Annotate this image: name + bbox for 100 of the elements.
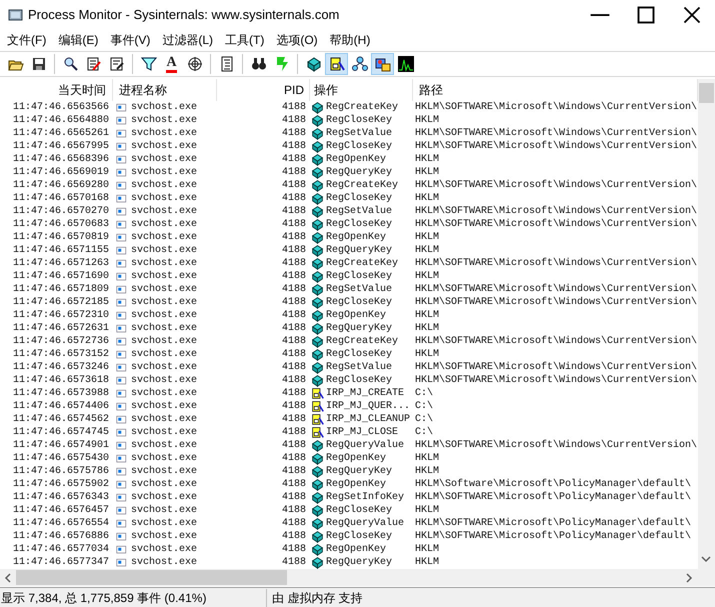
menu-item[interactable]: 事件(V) xyxy=(104,30,156,50)
table-cell: svchost.exe xyxy=(131,465,198,478)
table-cell-text: 11:47:46.6573988 xyxy=(12,387,110,400)
table-cell-text: 4188 xyxy=(280,374,307,387)
column-header[interactable]: 操作 xyxy=(310,79,413,101)
menu-item[interactable]: 文件(F) xyxy=(1,30,52,50)
table-cell-text: HKLM\SOFTWARE\Microsoft\Windows\CurrentVersion\ xyxy=(414,439,698,452)
table-cell-text: HKLM xyxy=(414,309,440,322)
table-cell-text: 11:47:46.6574562 xyxy=(12,413,110,426)
table-cell-text: 4188 xyxy=(280,270,307,283)
table-cell: svchost.exe xyxy=(131,478,198,491)
table-cell: svchost.exe xyxy=(131,231,198,244)
table-cell-text: 11:47:46.6575430 xyxy=(12,452,110,465)
table-cell-text: 4188 xyxy=(280,283,307,296)
table-cell-text: 11:47:46.6567995 xyxy=(12,140,110,153)
menu-item[interactable]: 过滤器(L) xyxy=(156,30,219,50)
table-cell: RegCloseKey xyxy=(326,374,392,387)
table-cell-text: HKLM\SOFTWARE\Microsoft\Windows\CurrentVersion\ xyxy=(414,127,698,140)
table-cell: RegSetValue xyxy=(326,205,392,218)
table-cell-text: 11:47:46.6576457 xyxy=(12,504,110,517)
table-cell: RegCreateKey xyxy=(326,335,398,348)
table-cell-text: 11:47:46.6575786 xyxy=(12,465,110,478)
table-cell-text: 4188 xyxy=(280,491,307,504)
table-cell: RegCloseKey xyxy=(326,296,392,309)
table-cell: svchost.exe xyxy=(131,374,198,387)
table-cell-text: 4188 xyxy=(280,101,307,114)
table-cell-text: 4188 xyxy=(280,309,307,322)
table-cell: svchost.exe xyxy=(131,140,198,153)
table-cell-text: HKLM\SOFTWARE\Microsoft\Windows\CurrentVersion\ xyxy=(414,374,698,387)
table-cell: IRP_MJ_CLOSE xyxy=(326,426,398,439)
table-cell: svchost.exe xyxy=(131,283,198,296)
table-cell-text: 11:47:46.6570168 xyxy=(12,192,110,205)
table-cell-text: HKLM\SOFTWARE\Microsoft\Windows\CurrentVersion\ xyxy=(414,218,698,231)
table-cell: svchost.exe xyxy=(131,556,198,569)
table-cell-text: HKLM\SOFTWARE\Microsoft\Windows\CurrentVersion\ xyxy=(414,361,698,374)
column-header[interactable]: PID xyxy=(217,79,310,101)
table-cell-text: HKLM\SOFTWARE\Microsoft\Windows\CurrentVersion\ xyxy=(414,257,698,270)
table-cell: svchost.exe xyxy=(131,361,198,374)
table-cell-text: 4188 xyxy=(280,231,307,244)
table-cell: RegSetValue xyxy=(326,361,392,374)
table-cell-text: 4188 xyxy=(280,153,307,166)
column-header[interactable]: 当天时间 xyxy=(0,79,113,101)
table-cell: svchost.exe xyxy=(131,413,198,426)
table-cell: RegOpenKey xyxy=(326,153,386,166)
table-cell-text: 11:47:46.6575902 xyxy=(12,478,110,491)
column-header[interactable]: 进程名称 xyxy=(113,79,217,101)
table-cell: RegCloseKey xyxy=(326,504,392,517)
table-cell: svchost.exe xyxy=(131,244,198,257)
table-cell: RegQueryKey xyxy=(326,166,392,179)
table-cell-text: HKLM\SOFTWARE\Microsoft\Windows\CurrentVersion\ xyxy=(414,335,698,348)
table-cell-text: HKLM\Software\Microsoft\PolicyManager\default\ xyxy=(414,478,692,491)
table-cell: RegSetValue xyxy=(326,127,392,140)
table-cell: RegQueryKey xyxy=(326,465,392,478)
table-cell-text: 11:47:46.6568396 xyxy=(12,153,110,166)
table-cell: svchost.exe xyxy=(131,387,198,400)
table-cell: svchost.exe xyxy=(131,543,198,556)
menu-item[interactable]: 编辑(E) xyxy=(52,30,104,50)
table-cell-text: 4188 xyxy=(280,192,307,205)
toolbar-button[interactable]: A xyxy=(160,53,183,75)
table-cell-text: HKLM xyxy=(414,166,440,179)
table-cell-text: 4188 xyxy=(280,114,307,127)
table-cell-text: HKLM xyxy=(414,192,440,205)
table-cell: svchost.exe xyxy=(131,452,198,465)
table-cell-text: 4188 xyxy=(280,335,307,348)
menu-item[interactable]: 工具(T) xyxy=(219,30,270,50)
table-cell: svchost.exe xyxy=(131,127,198,140)
table-cell: svchost.exe xyxy=(131,439,198,452)
menu-item[interactable]: 选项(O) xyxy=(270,30,324,50)
table-cell: RegCloseKey xyxy=(326,218,392,231)
table-cell: RegCloseKey xyxy=(326,114,392,127)
table-cell: IRP_MJ_QUER... xyxy=(326,400,410,413)
table-cell: svchost.exe xyxy=(131,153,198,166)
table-cell-text: 4188 xyxy=(280,478,307,491)
table-cell-text: 4188 xyxy=(280,348,307,361)
table-cell: svchost.exe xyxy=(131,530,198,543)
table-cell-text: HKLM xyxy=(414,452,440,465)
table-cell: RegQueryKey xyxy=(326,556,392,569)
table-cell-text: 11:47:46.6571263 xyxy=(12,257,110,270)
table-cell-text: HKLM\SOFTWARE\Microsoft\Windows\CurrentVersion\ xyxy=(414,283,698,296)
table-cell-text: HKLM\SOFTWARE\Microsoft\Windows\CurrentVersion\ xyxy=(414,205,698,218)
table-cell-text: 4188 xyxy=(280,439,307,452)
table-cell-text: 11:47:46.6573246 xyxy=(12,361,110,374)
table-cell-text: 11:47:46.6569019 xyxy=(12,166,110,179)
table-cell: RegOpenKey xyxy=(326,309,386,322)
table-cell-text: 11:47:46.6572185 xyxy=(12,296,110,309)
table-cell-text: HKLM\SOFTWARE\Microsoft\Windows\CurrentVersion\ xyxy=(414,140,698,153)
menu-item[interactable]: 帮助(H) xyxy=(324,30,376,50)
table-cell-text: HKLM xyxy=(414,244,440,257)
table-cell-text: HKLM\SOFTWARE\Microsoft\Windows\CurrentVersion\ xyxy=(414,101,698,114)
table-cell-text: 11:47:46.6577347 xyxy=(12,556,110,569)
table-cell-text: 4188 xyxy=(280,452,307,465)
table-cell-text: 4188 xyxy=(280,127,307,140)
table-cell-text: 11:47:46.6572310 xyxy=(12,309,110,322)
table-cell: RegQueryValue xyxy=(326,439,404,452)
table-cell-text: 4188 xyxy=(280,465,307,478)
window-title: Process Monitor - Sysinternals: www.sysinternals.com xyxy=(28,6,340,24)
table-cell-text: HKLM\SOFTWARE\Microsoft\PolicyManager\default\ xyxy=(414,517,692,530)
table-cell-text: C:\ xyxy=(414,400,434,413)
table-cell: svchost.exe xyxy=(131,491,198,504)
table-cell: RegQueryKey xyxy=(326,322,392,335)
